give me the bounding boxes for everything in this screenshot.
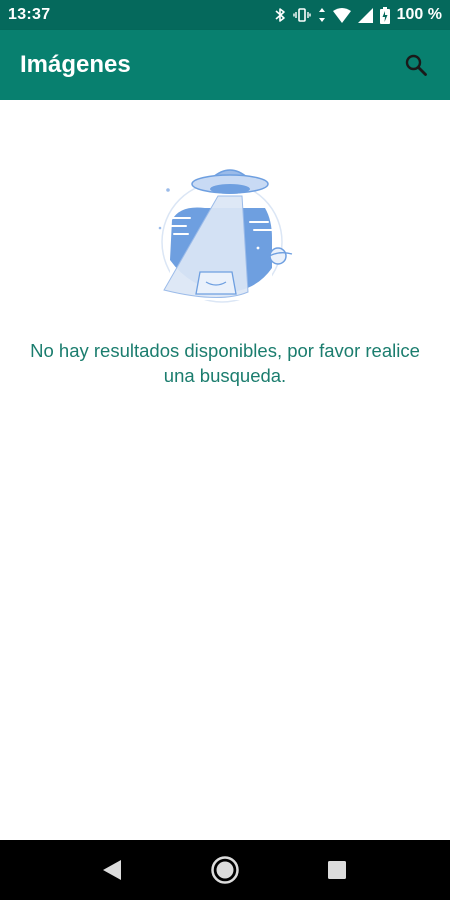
status-icons: 100 %	[274, 6, 442, 24]
navigation-bar	[0, 840, 450, 900]
main-content: No hay resultados disponibles, por favor…	[0, 100, 450, 840]
data-arrows-icon	[318, 7, 326, 23]
search-icon	[405, 54, 427, 76]
signal-icon	[357, 7, 373, 23]
home-icon	[211, 856, 239, 884]
ufo-illustration	[158, 169, 293, 303]
vibrate-icon	[292, 7, 311, 23]
page-title: Imágenes	[20, 51, 131, 78]
status-time: 13:37	[8, 6, 51, 23]
empty-state-message: No hay resultados disponibles, por favor…	[30, 340, 420, 386]
bluetooth-icon	[274, 7, 286, 23]
home-button[interactable]	[195, 840, 255, 900]
battery-icon	[379, 6, 390, 24]
recents-button[interactable]	[307, 840, 367, 900]
status-bar: 13:37 100 %	[0, 0, 450, 30]
app-bar: Imágenes	[0, 30, 450, 100]
recents-icon	[328, 861, 346, 879]
search-button[interactable]	[398, 47, 434, 83]
wifi-icon	[332, 7, 351, 23]
back-icon	[103, 860, 121, 880]
back-button[interactable]	[82, 840, 142, 900]
battery-percentage: 100 %	[396, 6, 442, 23]
